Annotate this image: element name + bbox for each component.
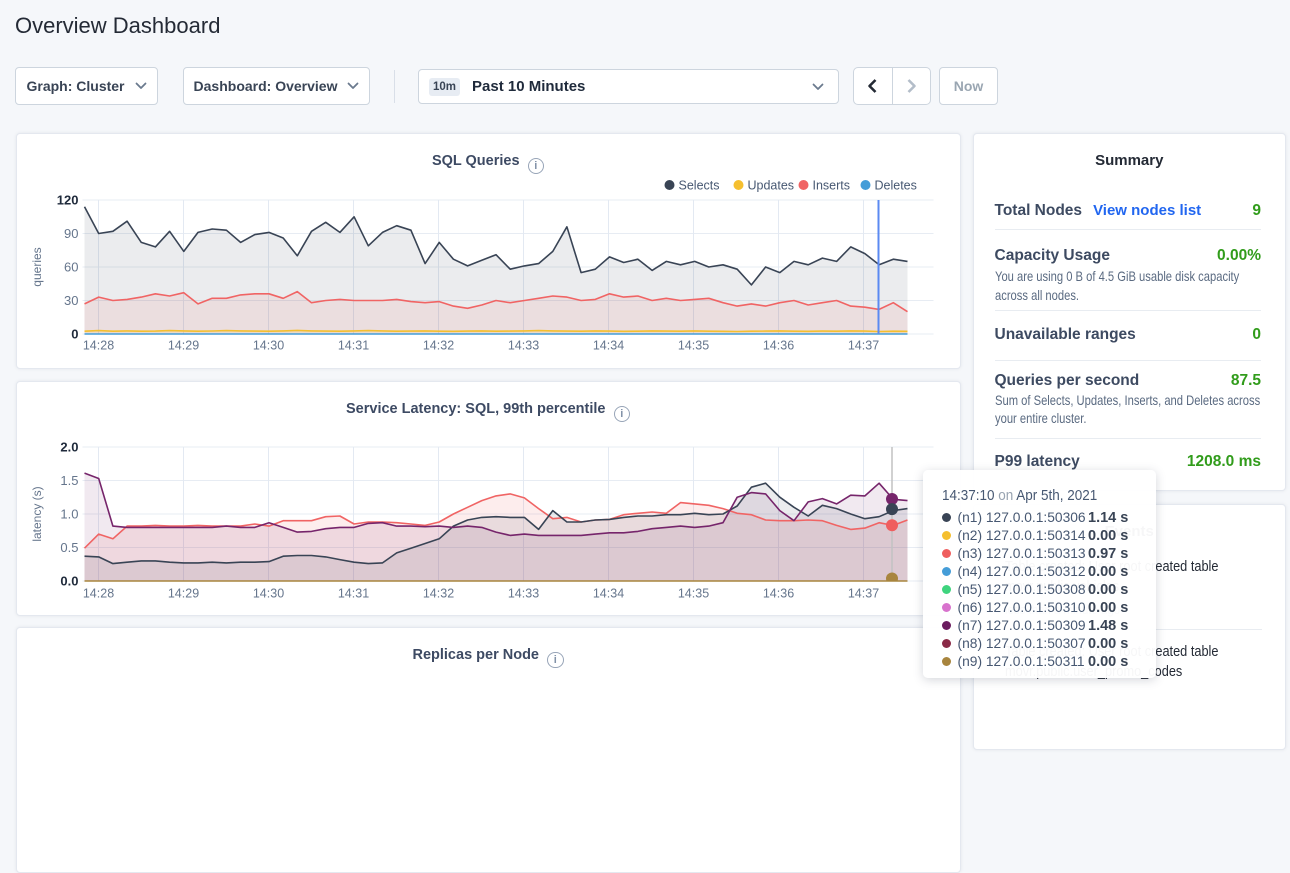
svg-text:14:29: 14:29 (167, 587, 198, 601)
svg-text:0.0: 0.0 (60, 574, 78, 589)
svg-text:14:32: 14:32 (422, 587, 453, 601)
svg-text:14:36: 14:36 (762, 587, 793, 601)
svg-text:latency (s): latency (s) (30, 486, 44, 541)
svg-text:14:29: 14:29 (167, 339, 198, 353)
svg-text:14:28: 14:28 (82, 587, 113, 601)
svg-text:14:28: 14:28 (82, 339, 113, 353)
svg-text:14:35: 14:35 (677, 587, 708, 601)
svg-text:14:36: 14:36 (762, 339, 793, 353)
svg-text:90: 90 (64, 226, 78, 241)
svg-text:14:32: 14:32 (422, 339, 453, 353)
svg-text:14:31: 14:31 (337, 587, 368, 601)
svg-text:2.0: 2.0 (60, 440, 78, 455)
svg-text:0.5: 0.5 (60, 540, 78, 555)
svg-text:queries: queries (30, 247, 44, 286)
svg-text:Inserts: Inserts (812, 179, 850, 193)
svg-text:14:33: 14:33 (507, 587, 538, 601)
svg-text:14:30: 14:30 (252, 339, 283, 353)
svg-text:1.5: 1.5 (60, 473, 78, 488)
svg-text:60: 60 (64, 260, 78, 275)
svg-text:14:35: 14:35 (677, 339, 708, 353)
svg-text:Deletes: Deletes (874, 179, 916, 193)
svg-text:Updates: Updates (747, 179, 794, 193)
svg-text:120: 120 (56, 193, 78, 208)
svg-text:14:37: 14:37 (847, 339, 878, 353)
svg-text:Selects: Selects (678, 179, 719, 193)
svg-text:14:31: 14:31 (337, 339, 368, 353)
svg-text:1.0: 1.0 (60, 507, 78, 522)
svg-text:30: 30 (64, 293, 78, 308)
svg-text:14:33: 14:33 (507, 339, 538, 353)
svg-text:14:30: 14:30 (252, 587, 283, 601)
svg-text:14:34: 14:34 (592, 587, 623, 601)
svg-text:14:37: 14:37 (847, 587, 878, 601)
svg-text:0: 0 (71, 327, 78, 342)
svg-text:14:34: 14:34 (592, 339, 623, 353)
